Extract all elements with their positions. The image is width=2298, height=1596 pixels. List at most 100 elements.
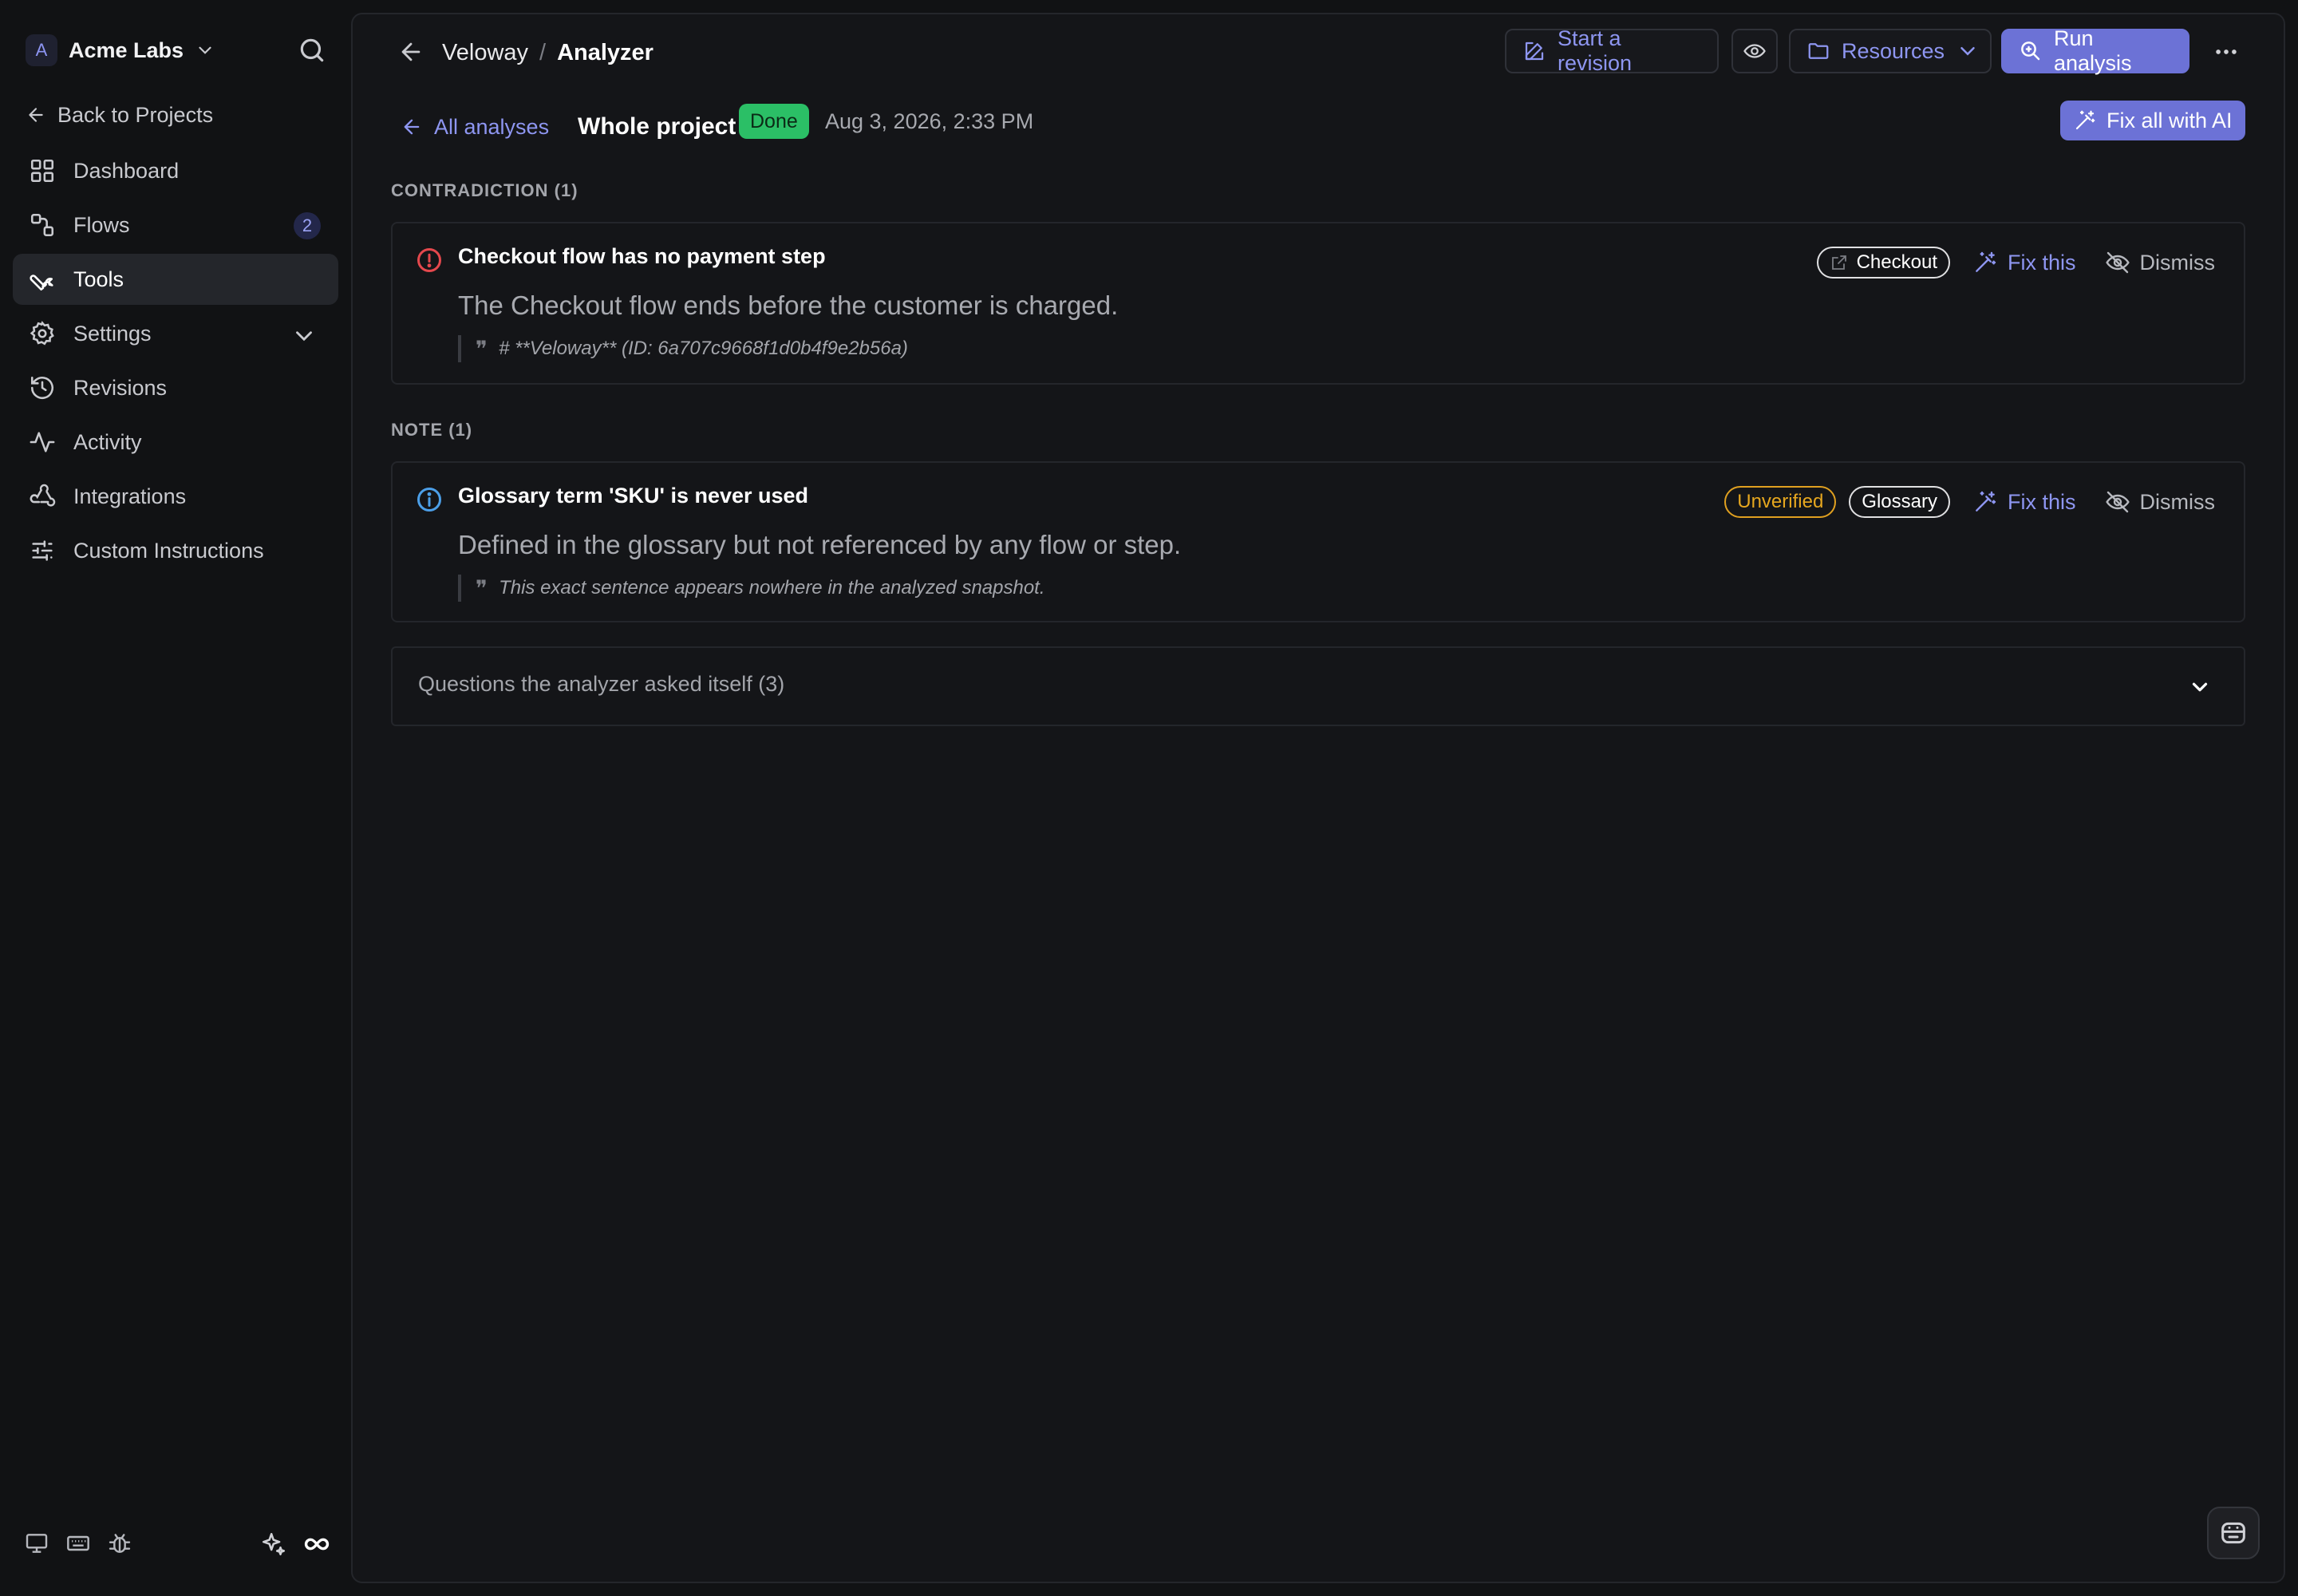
finding-actions: Unverified Glossary Fix this Dismiss — [1724, 485, 2215, 519]
bug-icon[interactable] — [107, 1531, 132, 1556]
start-revision-button[interactable]: Start a revision — [1505, 26, 1719, 75]
dismiss-button[interactable]: Dismiss — [2105, 489, 2216, 515]
tag-glossary[interactable]: Glossary — [1849, 486, 1950, 518]
sidebar-item-label: Dashboard — [73, 158, 180, 183]
finding-quote: ❞ # **Veloway** (ID: 6a707c9668f1d0b4f9e… — [458, 335, 908, 362]
preview-button[interactable] — [1731, 29, 1778, 73]
eye-off-icon — [2105, 491, 2130, 513]
finding-actions: Checkout Fix this Dismiss — [1816, 246, 2216, 279]
finding-description: The Checkout flow ends before the custom… — [458, 290, 1119, 320]
info-circle-icon — [417, 488, 441, 512]
search-icon[interactable] — [297, 35, 327, 65]
breadcrumb-separator: / — [539, 39, 547, 65]
eye-icon — [1743, 44, 1766, 58]
chevron-down-icon[interactable] — [290, 322, 318, 350]
gear-icon — [30, 321, 54, 346]
sidebar-item-custom-instructions[interactable]: Custom Instructions — [13, 525, 338, 576]
more-options-icon[interactable] — [2210, 38, 2242, 65]
sidebar-item-label: Revisions — [73, 375, 168, 400]
resources-label: Resources — [1842, 38, 1945, 63]
tag-label: Checkout — [1856, 251, 1937, 273]
start-revision-label: Start a revision — [1558, 26, 1633, 75]
finding-quote-text: This exact sentence appears nowhere in t… — [499, 577, 1045, 598]
fix-this-button[interactable]: Fix this — [1972, 250, 2076, 275]
fix-all-label: Fix all with AI — [2106, 108, 2233, 132]
tag-checkout[interactable]: Checkout — [1816, 247, 1950, 279]
sidebar-item-activity[interactable]: Activity — [13, 417, 338, 468]
sidebar-item-dashboard[interactable]: Dashboard — [13, 145, 338, 196]
quote-icon: ❞ — [476, 336, 488, 361]
tag-label: Glossary — [1862, 491, 1937, 512]
sidebar-item-label: Settings — [73, 321, 152, 346]
webhook-icon — [30, 484, 56, 507]
keyboard-icon[interactable] — [65, 1531, 91, 1556]
fix-this-button[interactable]: Fix this — [1972, 489, 2076, 515]
edit-icon — [1525, 41, 1544, 61]
finding-quote-text: # **Veloway** (ID: 6a707c9668f1d0b4f9e2b… — [499, 338, 908, 359]
flows-count-badge: 2 — [294, 212, 321, 239]
section-label-contradiction: CONTRADICTION (1) — [391, 180, 578, 200]
sidebar-item-integrations[interactable]: Integrations — [13, 471, 338, 522]
workspace-name: Acme Labs — [69, 38, 184, 62]
analyzer-questions-accordion[interactable]: Questions the analyzer asked itself (3) — [391, 646, 2245, 726]
run-analysis-button[interactable]: Run analysis — [2001, 26, 2189, 75]
sidebar-item-tools[interactable]: Tools — [13, 254, 338, 305]
analysis-scope: Whole project — [578, 113, 736, 140]
assistant-button[interactable] — [2207, 1507, 2260, 1559]
sidebar-item-label: Flows — [73, 212, 130, 237]
eye-off-icon — [2105, 251, 2130, 274]
page-title: Analyzer — [557, 39, 653, 65]
infinity-icon[interactable] — [303, 1531, 330, 1558]
resources-dropdown[interactable]: Resources — [1789, 29, 1992, 73]
sidebar-item-flows[interactable]: Flows 2 — [13, 200, 338, 251]
finding-card: Glossary term 'SKU' is never used Define… — [391, 461, 2245, 622]
bot-icon — [2221, 1522, 2245, 1544]
finding-quote: ❞ This exact sentence appears nowhere in… — [458, 575, 1045, 602]
sparkles-icon[interactable] — [260, 1531, 287, 1558]
wrench-icon — [30, 275, 53, 291]
sidebar-item-label: Custom Instructions — [73, 538, 264, 563]
accordion-label: Questions the analyzer asked itself (3) — [418, 672, 785, 696]
sidebar-item-settings[interactable]: Settings — [13, 308, 338, 359]
activity-icon — [30, 432, 55, 452]
search-analyze-icon — [2021, 41, 2040, 61]
workspace-switcher[interactable]: A Acme Labs — [26, 32, 215, 69]
status-badge: Done — [739, 104, 809, 139]
breadcrumb-project[interactable]: Veloway — [442, 40, 528, 66]
finding-card: Checkout flow has no payment step The Ch… — [391, 222, 2245, 385]
magic-wand-icon — [2075, 110, 2095, 130]
main-panel: Veloway / Analyzer Start a revision Reso… — [351, 13, 2285, 1583]
sidebar-item-label: Tools — [73, 267, 124, 291]
fix-this-label: Fix this — [2007, 250, 2076, 275]
folder-icon — [1808, 43, 1829, 59]
magic-wand-icon — [1976, 251, 1996, 272]
workspace-avatar: A — [26, 34, 57, 66]
back-to-projects-link[interactable]: Back to Projects — [26, 97, 213, 132]
sidebar-footer-extras — [260, 1531, 330, 1558]
dismiss-label: Dismiss — [2139, 489, 2216, 514]
fix-this-label: Fix this — [2007, 489, 2076, 514]
finding-title: Glossary term 'SKU' is never used — [458, 484, 809, 508]
quote-icon: ❞ — [476, 575, 488, 601]
grid-icon — [30, 159, 54, 183]
monitor-icon[interactable] — [24, 1531, 49, 1556]
arrow-left-icon[interactable] — [397, 38, 424, 65]
dismiss-button[interactable]: Dismiss — [2105, 250, 2216, 275]
sidebar-footer-tools — [24, 1531, 132, 1556]
analysis-timestamp: Aug 3, 2026, 2:33 PM — [825, 109, 1034, 133]
run-analysis-label: Run analysis — [2054, 26, 2132, 75]
fix-all-with-ai-button[interactable]: Fix all with AI — [2060, 101, 2245, 140]
sidebar-item-label: Integrations — [73, 484, 187, 508]
sidebar: A Acme Labs Back to Projects Dashboard F… — [0, 0, 351, 1596]
all-analyses-link[interactable]: All analyses — [401, 109, 549, 145]
chevron-down-icon — [1960, 47, 1975, 56]
sidebar-nav: Dashboard Flows 2 Tools Settings Revisio… — [13, 145, 338, 579]
flows-icon — [30, 213, 54, 237]
dismiss-label: Dismiss — [2139, 250, 2216, 275]
finding-title: Checkout flow has no payment step — [458, 244, 826, 268]
chevron-down-icon — [2192, 682, 2208, 692]
sidebar-item-revisions[interactable]: Revisions — [13, 362, 338, 413]
section-label-note: NOTE (1) — [391, 420, 473, 440]
breadcrumb: Veloway / Analyzer — [442, 37, 653, 69]
arrow-left-icon — [404, 119, 420, 135]
